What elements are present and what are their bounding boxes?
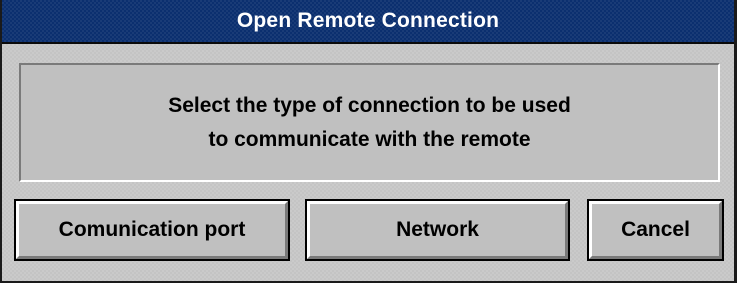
- communication-port-button[interactable]: Comunication port: [14, 199, 290, 261]
- message-line-1: Select the type of connection to be used: [168, 93, 571, 117]
- network-button[interactable]: Network: [305, 199, 570, 261]
- window-title: Open Remote Connection: [236, 9, 500, 32]
- open-remote-connection-dialog: Open Remote Connection Select the type o…: [0, 0, 737, 283]
- message-line-2: to communicate with the remote: [208, 127, 531, 151]
- message-panel: Select the type of connection to be used…: [19, 63, 720, 182]
- cancel-button[interactable]: Cancel: [587, 199, 724, 261]
- title-bar[interactable]: Open Remote Connection: [2, 0, 734, 44]
